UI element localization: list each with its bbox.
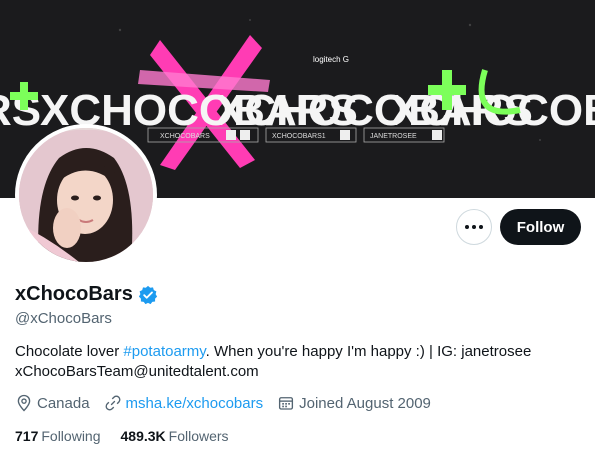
location-pin-icon: [17, 394, 31, 412]
profile-meta-row: Canada msha.ke/xchocobars Joined August …: [15, 394, 445, 412]
avatar-image: [19, 128, 153, 262]
profile-stats-row: 717 Following 489.3K Followers: [15, 428, 249, 444]
bio-line-1: Chocolate lover #potatoarmy. When you're…: [15, 342, 585, 362]
website-link[interactable]: msha.ke/xchocobars: [126, 395, 264, 412]
bio-line-2: xChocoBarsTeam@unitedtalent.com: [15, 363, 259, 380]
followers-link[interactable]: 489.3K Followers: [121, 428, 229, 444]
profile-handle: @xChocoBars: [15, 310, 112, 327]
bio-text-1: Chocolate lover: [15, 343, 124, 360]
profile-bio: Chocolate lover #potatoarmy. When you're…: [15, 342, 585, 382]
website-item[interactable]: msha.ke/xchocobars: [104, 394, 264, 412]
more-options-button[interactable]: [456, 209, 492, 245]
verified-badge-icon[interactable]: [138, 285, 158, 305]
following-count: 717: [15, 428, 39, 444]
link-icon: [105, 395, 120, 411]
display-name: xChocoBars: [15, 283, 133, 305]
follow-button[interactable]: Follow: [500, 209, 581, 245]
profile-name-row: xChocoBars: [15, 283, 158, 306]
logitech-brand-text: logitech G: [313, 55, 349, 64]
more-horizontal-icon: [465, 225, 483, 229]
location-item: Canada: [15, 394, 90, 412]
banner-tag-2: XCHOCOBARS1: [272, 133, 326, 140]
bio-text-2: . When you're happy I'm happy :) | IG: j…: [205, 343, 532, 360]
following-link[interactable]: 717 Following: [15, 428, 101, 444]
following-label: Following: [41, 428, 101, 444]
profile-avatar[interactable]: [15, 124, 157, 266]
bio-hashtag-link[interactable]: #potatoarmy: [123, 343, 205, 360]
banner-tag-3: JANETROSEE: [370, 133, 417, 140]
followers-count: 489.3K: [120, 428, 166, 444]
location-text: Canada: [37, 394, 90, 412]
calendar-icon: [279, 397, 294, 410]
joined-text: Joined August 2009: [299, 394, 431, 412]
banner-tag-1: XCHOCOBARS: [160, 133, 210, 140]
followers-label: Followers: [168, 428, 229, 444]
joined-item: Joined August 2009: [277, 394, 431, 412]
